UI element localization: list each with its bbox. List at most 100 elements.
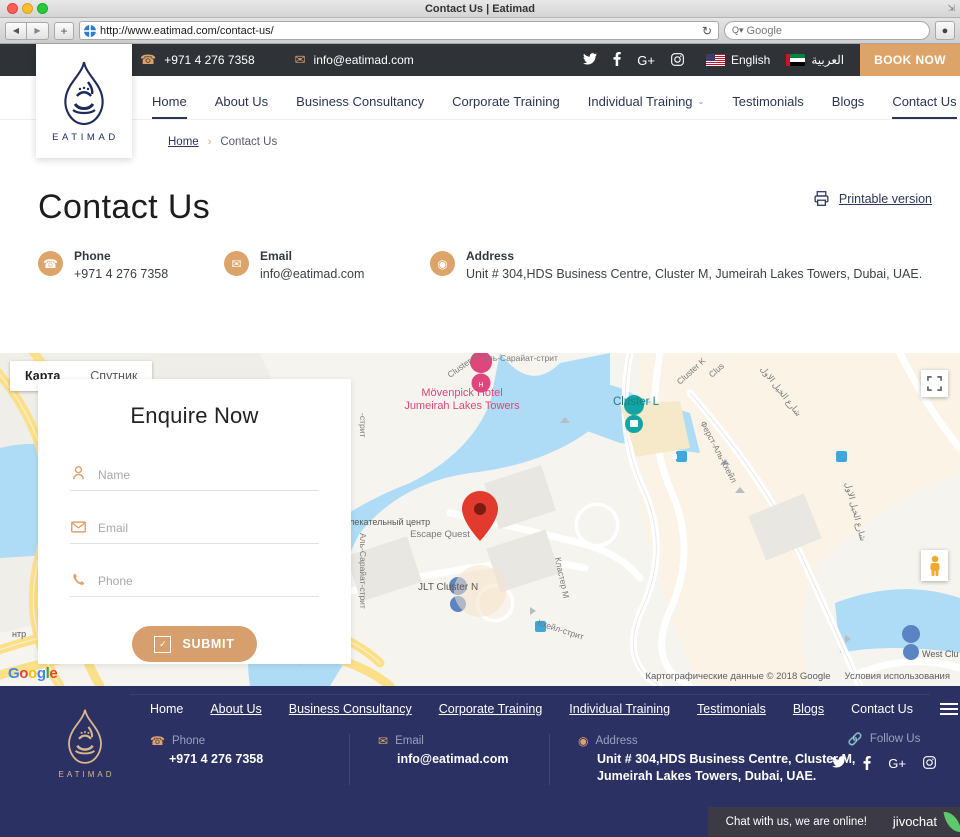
envelope-icon: ✉ xyxy=(294,52,306,67)
nav-buttons[interactable]: ◀ ▶ xyxy=(5,21,49,40)
breadcrumb: Home › Contact Us xyxy=(0,120,960,164)
new-tab-button[interactable]: + xyxy=(54,21,74,40)
chevron-down-icon: ⌄ xyxy=(697,97,705,106)
footer-nav-home[interactable]: Home xyxy=(150,702,183,716)
resize-icon[interactable]: ⇲ xyxy=(947,3,955,14)
topbar-phone[interactable]: ☎ +971 4 276 7358 xyxy=(140,52,255,68)
footer-address-line1: Unit # 304,HDS Business Centre, Cluster … xyxy=(597,752,856,766)
map-fullscreen-button[interactable] xyxy=(921,370,948,397)
email-input-placeholder: Email xyxy=(98,521,129,535)
contact-phone-label: Phone xyxy=(74,249,111,263)
us-flag-icon xyxy=(705,54,725,66)
instagram-icon[interactable] xyxy=(923,756,936,773)
forward-button[interactable]: ▶ xyxy=(27,21,49,40)
nav-item-business-consultancy[interactable]: Business Consultancy xyxy=(296,94,424,119)
contact-address-value: Unit # 304,HDS Business Centre, Cluster … xyxy=(466,267,923,281)
footer-nav-testimonials[interactable]: Testimonials xyxy=(697,702,766,716)
twitter-icon[interactable] xyxy=(832,756,847,773)
nav-item-corporate-training[interactable]: Corporate Training xyxy=(452,94,560,119)
topbar-email[interactable]: ✉ info@eatimad.com xyxy=(295,52,414,68)
footer-phone-value[interactable]: +971 4 276 7358 xyxy=(150,751,319,768)
browser-toolbar: ◀ ▶ + http://www.eatimad.com/contact-us/… xyxy=(0,18,960,44)
facebook-icon[interactable] xyxy=(613,52,621,68)
nav-item-contact-us[interactable]: Contact Us xyxy=(892,94,957,119)
footer-email-value[interactable]: info@eatimad.com xyxy=(378,751,519,768)
pegman-icon xyxy=(930,555,939,576)
contact-phone: ☎ Phone +971 4 276 7358 xyxy=(38,249,224,281)
uae-flag-icon xyxy=(786,54,806,66)
contact-email-value[interactable]: info@eatimad.com xyxy=(260,267,364,281)
form-field-name[interactable]: Name xyxy=(70,457,319,491)
chat-widget[interactable]: Chat with us, we are online! jivochat xyxy=(707,807,960,836)
map-copyright: Картографические данные © 2018 Google xyxy=(645,671,831,682)
printer-icon xyxy=(814,191,829,206)
logo-wordmark: EATIMAD xyxy=(52,131,119,143)
eatimad-logo-icon xyxy=(64,61,104,125)
lang-arabic[interactable]: العربية xyxy=(786,53,844,67)
envelope-icon: ✉ xyxy=(378,734,389,748)
instagram-icon[interactable] xyxy=(671,52,684,68)
reload-icon[interactable]: ↻ xyxy=(702,24,714,38)
map-terms-link[interactable]: Условия использования xyxy=(845,671,950,682)
jivochat-brand: jivochat xyxy=(892,814,937,829)
back-button[interactable]: ◀ xyxy=(5,21,27,40)
nav-item-testimonials[interactable]: Testimonials xyxy=(732,94,804,119)
footer-contact-phone: ☎ Phone +971 4 276 7358 xyxy=(150,734,350,785)
nav-item-individual-training[interactable]: Individual Training ⌄ xyxy=(588,94,705,119)
nav-item-about-us[interactable]: About Us xyxy=(215,94,268,119)
hamburger-menu-icon[interactable] xyxy=(939,703,958,715)
nav-item-blogs[interactable]: Blogs xyxy=(832,94,865,119)
search-input[interactable]: Q▾ Google xyxy=(724,21,930,40)
address-bar[interactable]: http://www.eatimad.com/contact-us/ ↻ xyxy=(79,21,719,40)
link-icon: 🔗 xyxy=(847,732,863,746)
browser-menu-button[interactable]: ● xyxy=(935,21,955,40)
svg-text:Аль-Сарайат-стрит: Аль-Сарайат-стрит xyxy=(358,533,368,609)
svg-text:-стрит: -стрит xyxy=(358,413,368,437)
google-watermark: Google xyxy=(8,665,58,682)
footer-nav-corporate-training[interactable]: Corporate Training xyxy=(439,702,543,716)
breadcrumb-home[interactable]: Home xyxy=(168,136,199,148)
location-pin-icon: ◉ xyxy=(430,251,455,276)
street-view-pegman[interactable] xyxy=(921,550,948,581)
twitter-icon[interactable] xyxy=(583,53,598,67)
envelope-icon: ✉ xyxy=(224,251,249,276)
footer-nav-about-us[interactable]: About Us xyxy=(210,702,261,716)
google-plus-icon[interactable]: G+ xyxy=(888,756,906,773)
google-plus-icon[interactable]: G+ xyxy=(637,54,655,67)
footer-address-label-row: ◉ Address xyxy=(578,734,855,748)
phone-input-placeholder: Phone xyxy=(98,574,133,588)
topbar-phone-text: +971 4 276 7358 xyxy=(164,53,255,67)
footer-nav-blogs[interactable]: Blogs xyxy=(793,702,824,716)
footer-nav-business-consultancy[interactable]: Business Consultancy xyxy=(289,702,412,716)
svg-text:нтр: нтр xyxy=(12,629,26,639)
footer-contact-row: ☎ Phone +971 4 276 7358 ✉ Email info@eat… xyxy=(0,716,960,785)
follow-us-label: Follow Us xyxy=(869,733,921,745)
form-field-phone[interactable]: Phone xyxy=(70,564,319,597)
footer-follow-us: 🔗 Follow Us G+ xyxy=(832,732,936,773)
google-map[interactable]: H Mövenpick Hotel Jumeirah Lakes Towers … xyxy=(0,353,960,686)
footer-navigation: Home About Us Business Consultancy Corpo… xyxy=(0,686,960,716)
facebook-icon[interactable] xyxy=(863,756,872,773)
name-input-placeholder: Name xyxy=(98,467,131,482)
person-icon xyxy=(70,465,86,483)
topbar-socials: G+ xyxy=(583,52,684,68)
svg-text:Mövenpick Hotel: Mövenpick Hotel xyxy=(421,387,502,399)
nav-label: Blogs xyxy=(831,94,865,109)
page-header: Contact Us Printable version xyxy=(0,164,960,227)
printable-version-link[interactable]: Printable version xyxy=(813,190,932,207)
book-now-button[interactable]: BOOK NOW xyxy=(860,44,960,76)
printable-version-label: Printable version xyxy=(838,191,932,206)
footer-address-label: Address xyxy=(595,735,638,747)
footer-nav-individual-training[interactable]: Individual Training xyxy=(569,702,670,716)
map-attribution: Картографические данные © 2018 Google Ус… xyxy=(645,671,950,682)
lang-english-label: English xyxy=(730,53,771,67)
form-field-email[interactable]: Email xyxy=(70,511,319,544)
globe-icon xyxy=(84,24,96,37)
site-logo[interactable]: EATIMAD xyxy=(36,44,132,158)
contact-phone-value[interactable]: +971 4 276 7358 xyxy=(74,267,168,281)
footer-nav-contact-us[interactable]: Contact Us xyxy=(851,702,913,716)
lang-english[interactable]: English xyxy=(705,53,771,67)
enquire-now-form: Enquire Now Name Email Phone ✓ SUBMIT xyxy=(38,379,351,664)
submit-button[interactable]: ✓ SUBMIT xyxy=(132,626,257,662)
nav-item-home[interactable]: Home xyxy=(152,94,187,119)
